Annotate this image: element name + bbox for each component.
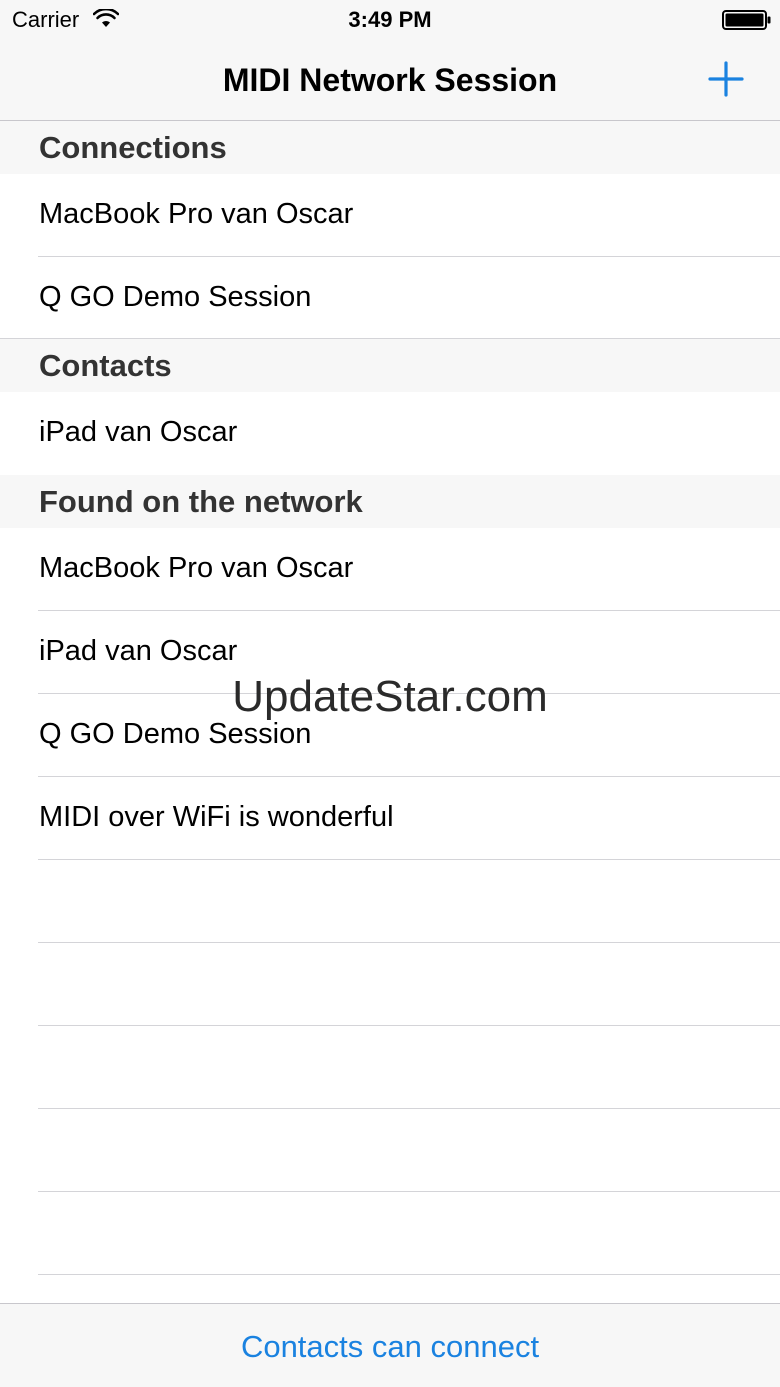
row-separator: [38, 1274, 780, 1275]
row-separator: [38, 859, 780, 860]
section-header-found: Found on the network: [0, 475, 780, 528]
watermark: UpdateStar.com: [232, 672, 548, 721]
list-item[interactable]: MacBook Pro van Oscar: [0, 174, 780, 257]
list-item-label: iPad van Oscar: [39, 635, 238, 667]
list-item-label: MacBook Pro van Oscar: [39, 552, 354, 584]
page-title: MIDI Network Session: [222, 62, 558, 98]
row-separator: [38, 1025, 780, 1026]
list-item[interactable]: MIDI over WiFi is wonderful: [0, 777, 780, 860]
list-item[interactable]: iPad van Oscar: [0, 392, 780, 475]
contacts-can-connect-button[interactable]: Contacts can connect: [0, 1328, 780, 1366]
list-item-label: MIDI over WiFi is wonderful: [39, 801, 394, 833]
section-title: Contacts: [39, 348, 172, 383]
row-separator: [38, 1108, 780, 1109]
section-header-connections: Connections: [0, 121, 780, 174]
status-bar: Carrier 3:49 PM: [0, 0, 780, 40]
list-item-label: MacBook Pro van Oscar: [39, 198, 354, 230]
row-separator: [38, 942, 780, 943]
list-item[interactable]: MacBook Pro van Oscar: [0, 528, 780, 611]
section-title: Found on the network: [39, 484, 363, 519]
bottom-toolbar: Contacts can connect: [0, 1303, 780, 1387]
section-title: Connections: [39, 130, 227, 165]
navigation-bar: MIDI Network Session: [0, 40, 780, 121]
row-separator: [38, 1191, 780, 1192]
list-item-label: Q GO Demo Session: [39, 281, 312, 313]
battery-icon: [722, 10, 771, 30]
status-time: 3:49 PM: [348, 7, 432, 32]
section-header-contacts: Contacts: [0, 339, 780, 392]
plus-icon[interactable]: [704, 57, 748, 101]
list-item-label: iPad van Oscar: [39, 416, 238, 448]
list-item[interactable]: Q GO Demo Session: [0, 257, 780, 340]
